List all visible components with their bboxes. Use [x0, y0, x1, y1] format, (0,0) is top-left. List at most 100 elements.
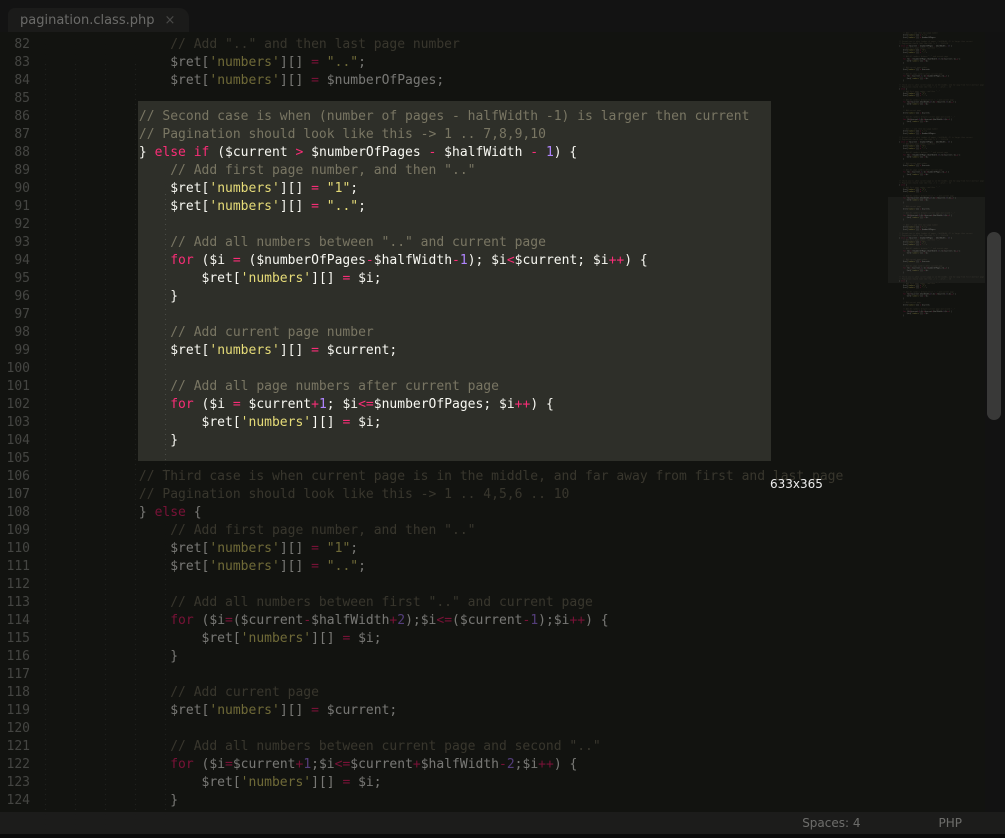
code-line	[888, 125, 985, 127]
code-line[interactable]: 114 for ($i=($current-$halfWidth+2);$i<=…	[0, 612, 985, 630]
code-line[interactable]: 105	[0, 450, 985, 468]
code-line[interactable]: 122 for ($i=$current+1;$i<=$current+$hal…	[0, 756, 985, 774]
line-number: 111	[0, 558, 30, 576]
code-line[interactable]: 124 }	[0, 792, 985, 810]
line-number: 124	[0, 792, 30, 810]
line-number: 106	[0, 468, 30, 486]
code-line[interactable]: 91 $ret['numbers'][] = "..";	[0, 198, 985, 216]
code-line[interactable]: 85	[0, 90, 985, 108]
line-number: 98	[0, 324, 30, 342]
line-number: 87	[0, 126, 30, 144]
code-line[interactable]: 94 for ($i = ($numberOfPages-$halfWidth-…	[0, 252, 985, 270]
code-line[interactable]: 95 $ret['numbers'][] = $i;	[0, 270, 985, 288]
code-line[interactable]: 115 $ret['numbers'][] = $i;	[0, 630, 985, 648]
code-editor[interactable]: 82 // Add ".." and then last page number…	[0, 32, 985, 812]
code-line[interactable]: 117	[0, 666, 985, 684]
code-line[interactable]: 110 $ret['numbers'][] = "1";	[0, 540, 985, 558]
line-number: 114	[0, 612, 30, 630]
code-line[interactable]: 97	[0, 306, 985, 324]
code-line[interactable]: 102 for ($i = $current+1; $i<=$numberOfP…	[0, 396, 985, 414]
code-line[interactable]: 93 // Add all numbers between ".." and c…	[0, 234, 985, 252]
tab-pagination-class-php[interactable]: pagination.class.php ×	[8, 8, 189, 32]
line-number: 109	[0, 522, 30, 540]
line-number: 119	[0, 702, 30, 720]
line-number: 108	[0, 504, 30, 522]
line-number: 104	[0, 432, 30, 450]
line-number: 102	[0, 396, 30, 414]
code-line[interactable]: 84 $ret['numbers'][] = $numberOfPages;	[0, 72, 985, 90]
code-line[interactable]: 103 $ret['numbers'][] = $i;	[0, 414, 985, 432]
line-number: 112	[0, 576, 30, 594]
line-number: 113	[0, 594, 30, 612]
code-line[interactable]: 107 // Pagination should look like this …	[0, 486, 985, 504]
code-line[interactable]: 99 $ret['numbers'][] = $current;	[0, 342, 985, 360]
code-line[interactable]: 121 // Add all numbers between current p…	[0, 738, 985, 756]
tab-bar: pagination.class.php ×	[0, 0, 1005, 32]
code-line[interactable]: 89 // Add first page number, and then ".…	[0, 162, 985, 180]
line-number: 92	[0, 216, 30, 234]
code-line[interactable]: 101 // Add all page numbers after curren…	[0, 378, 985, 396]
minimap-code: // Add ".." and then last page number $r…	[888, 32, 985, 127]
code-line[interactable]: 104 }	[0, 432, 985, 450]
line-number: 117	[0, 666, 30, 684]
line-number: 83	[0, 54, 30, 72]
line-number: 101	[0, 378, 30, 396]
code-line[interactable]: 108 } else {	[0, 504, 985, 522]
line-number: 84	[0, 72, 30, 90]
code-line[interactable]: 112	[0, 576, 985, 594]
line-number: 123	[0, 774, 30, 792]
status-indent-setting[interactable]: Spaces: 4	[802, 816, 860, 830]
line-number: 122	[0, 756, 30, 774]
line-number: 115	[0, 630, 30, 648]
line-number: 96	[0, 288, 30, 306]
code-line[interactable]: 100	[0, 360, 985, 378]
code-line[interactable]: 106 // Third case is when current page i…	[0, 468, 985, 486]
tab-close-icon[interactable]: ×	[164, 14, 175, 27]
line-number: 90	[0, 180, 30, 198]
code-line[interactable]: 82 // Add ".." and then last page number	[0, 36, 985, 54]
code-lines: 82 // Add ".." and then last page number…	[0, 36, 985, 812]
code-line[interactable]: 83 $ret['numbers'][] = "..";	[0, 54, 985, 72]
code-line[interactable]: 90 $ret['numbers'][] = "1";	[0, 180, 985, 198]
line-number: 100	[0, 360, 30, 378]
code-line[interactable]: 120	[0, 720, 985, 738]
code-line[interactable]: 96 }	[0, 288, 985, 306]
code-line[interactable]: 116 }	[0, 648, 985, 666]
code-line[interactable]: 123 $ret['numbers'][] = $i;	[0, 774, 985, 792]
line-number: 93	[0, 234, 30, 252]
scrollbar-track[interactable]	[985, 32, 1005, 812]
code-line[interactable]: 113 // Add all numbers between first "..…	[0, 594, 985, 612]
line-number: 107	[0, 486, 30, 504]
code-line[interactable]: 88 } else if ($current > $numberOfPages …	[0, 144, 985, 162]
line-number: 85	[0, 90, 30, 108]
code-line[interactable]: 87 // Pagination should look like this -…	[0, 126, 985, 144]
status-bar: Spaces: 4 PHP	[0, 812, 1005, 834]
capture-size-label: 633x365	[770, 477, 823, 491]
minimap-viewport-indicator[interactable]	[888, 197, 985, 283]
line-number: 120	[0, 720, 30, 738]
line-number: 121	[0, 738, 30, 756]
line-number: 82	[0, 36, 30, 54]
line-number: 105	[0, 450, 30, 468]
line-number: 97	[0, 306, 30, 324]
line-number: 116	[0, 648, 30, 666]
line-number: 103	[0, 414, 30, 432]
code-line[interactable]: 119 $ret['numbers'][] = $current;	[0, 702, 985, 720]
line-number: 89	[0, 162, 30, 180]
sublime-text-window: pagination.class.php × 82 // Add ".." an…	[0, 0, 1005, 838]
code-line[interactable]: 118 // Add current page	[0, 684, 985, 702]
code-line[interactable]: 92	[0, 216, 985, 234]
code-line[interactable]: 98 // Add current page number	[0, 324, 985, 342]
line-number: 95	[0, 270, 30, 288]
scrollbar-thumb[interactable]	[987, 232, 1001, 420]
status-syntax-mode[interactable]: PHP	[939, 816, 963, 830]
code-line[interactable]: 86 // Second case is when (number of pag…	[0, 108, 985, 126]
tab-title: pagination.class.php	[20, 13, 154, 28]
line-number: 110	[0, 540, 30, 558]
window-bottom-edge	[0, 834, 1005, 838]
line-number: 88	[0, 144, 30, 162]
line-number: 86	[0, 108, 30, 126]
code-line[interactable]: 111 $ret['numbers'][] = "..";	[0, 558, 985, 576]
code-line[interactable]: 109 // Add first page number, and then "…	[0, 522, 985, 540]
line-number: 118	[0, 684, 30, 702]
